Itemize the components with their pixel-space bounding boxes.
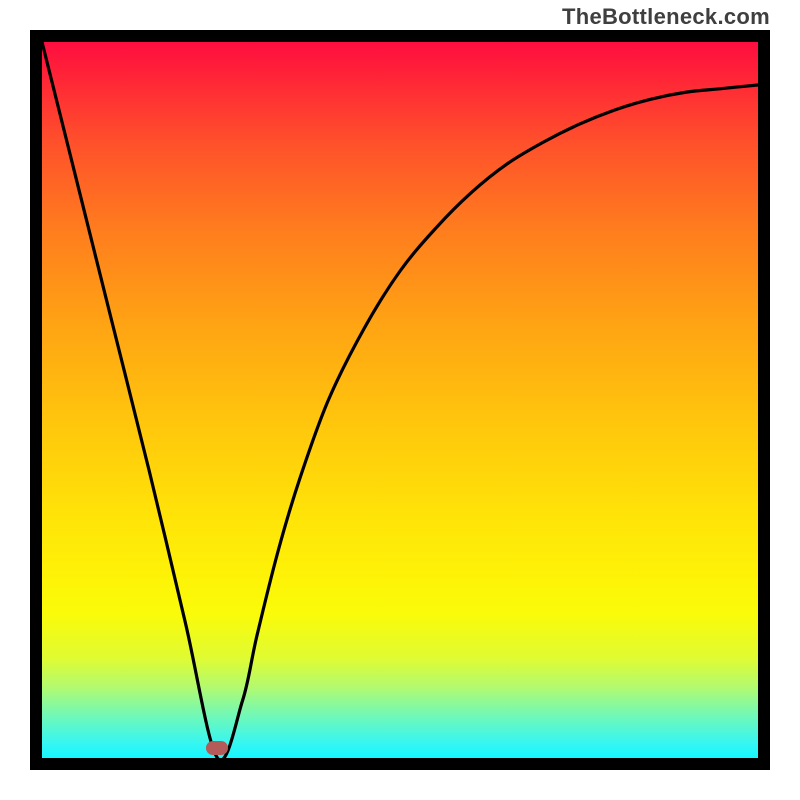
optimal-point-marker: [206, 741, 228, 755]
curve-path: [42, 42, 758, 758]
watermark-text: TheBottleneck.com: [562, 4, 770, 30]
plot-frame: [30, 30, 770, 770]
chart-container: TheBottleneck.com: [0, 0, 800, 800]
bottleneck-curve: [42, 42, 758, 758]
